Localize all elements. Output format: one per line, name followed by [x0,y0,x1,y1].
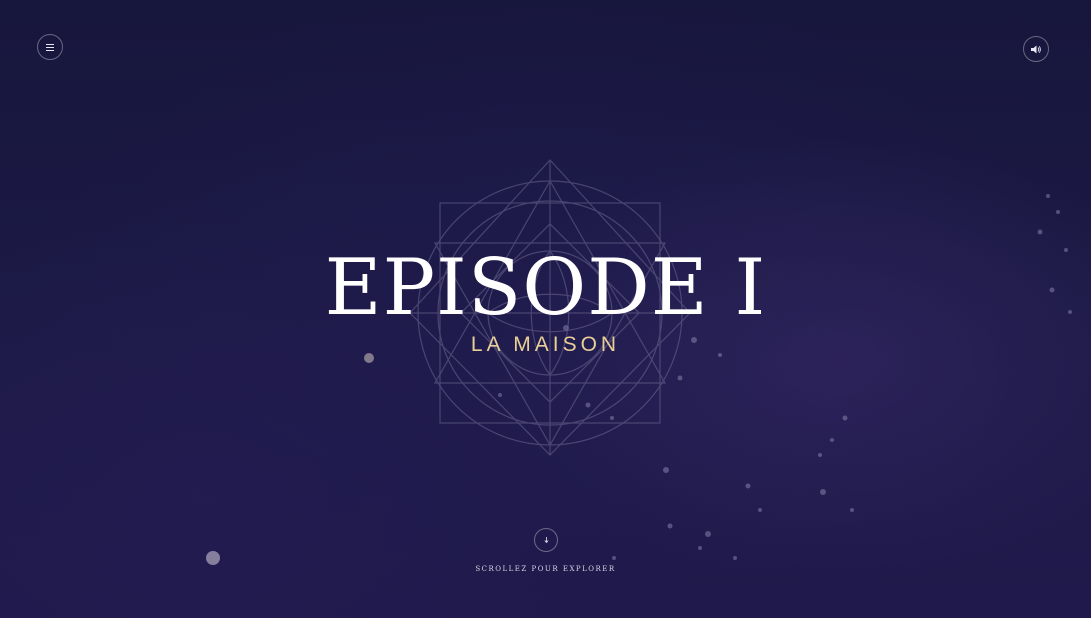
particle [745,483,751,489]
arrow-down-icon [543,537,549,543]
episode-subtitle: LA MAISON [470,333,621,356]
hamburger-menu-icon [46,43,54,51]
particle [830,438,834,442]
episode-title: EPISODE I [324,243,767,333]
particle [612,556,616,560]
scroll-hint-label: SCROLLEZ POUR EXPLORER [475,565,616,573]
particle [705,531,711,537]
menu-button[interactable] [37,34,63,60]
particle [1046,194,1050,198]
hero-title-block: EPISODE I LA MAISON [0,240,1091,357]
particle [1056,210,1060,214]
particle [818,453,822,457]
speaker-icon [1031,45,1041,53]
particle [206,551,220,565]
particle [842,415,848,421]
particle [733,556,737,560]
hero-stage: EPISODE I LA MAISON SCROLLEZ POUR EXPLOR… [0,0,1091,618]
sound-toggle-button[interactable] [1023,36,1049,62]
particle [850,508,854,512]
particle [667,523,673,529]
particle [1037,229,1043,235]
particle [698,546,702,550]
particle [758,508,762,512]
particle [663,467,669,473]
scroll-down-button[interactable] [534,528,558,552]
particle [820,489,826,495]
